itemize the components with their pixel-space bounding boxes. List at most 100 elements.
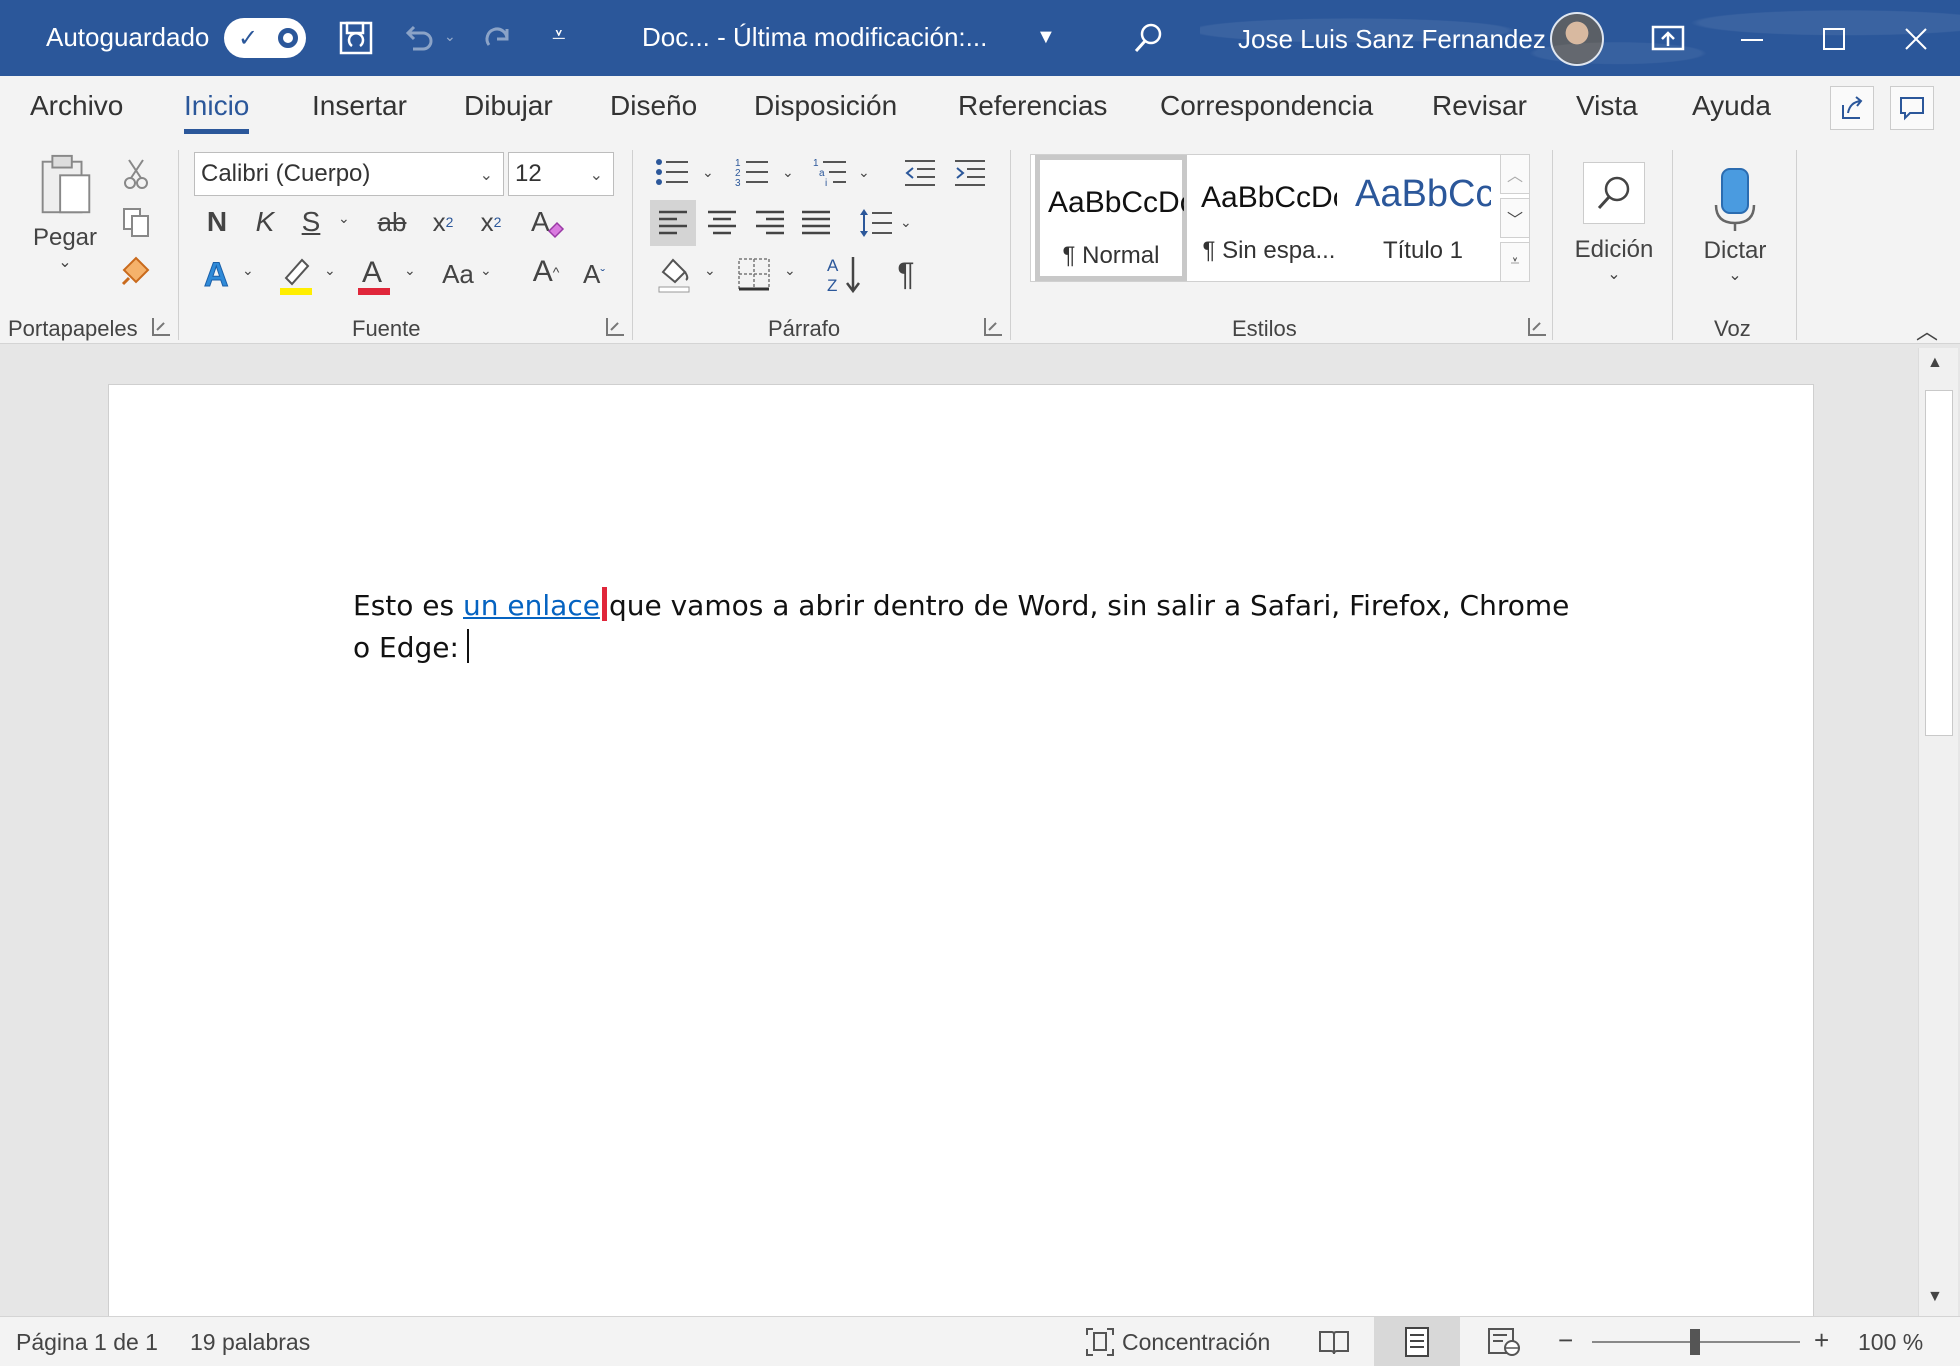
tab-archivo[interactable]: Archivo xyxy=(30,90,123,122)
decrease-indent-icon[interactable] xyxy=(900,152,940,192)
style-normal[interactable]: AaBbCcDc ¶ Normal xyxy=(1035,155,1187,281)
search-icon[interactable] xyxy=(1128,18,1168,58)
line-spacing-dropdown-icon[interactable]: ⌄ xyxy=(900,214,912,231)
paste-button[interactable]: Pegar ⌄ xyxy=(30,152,100,272)
show-formatting-marks-icon[interactable]: ¶ xyxy=(886,252,926,296)
sort-icon[interactable]: AZ xyxy=(822,250,866,298)
customize-toolbar-icon[interactable]: ⩡ xyxy=(552,22,566,50)
shading-icon[interactable] xyxy=(652,250,696,298)
styles-launcher-icon[interactable] xyxy=(1528,318,1546,336)
tab-inicio[interactable]: Inicio xyxy=(184,90,250,134)
numbering-icon[interactable]: 123 xyxy=(732,152,772,192)
borders-icon[interactable] xyxy=(732,250,776,298)
tab-dibujar[interactable]: Dibujar xyxy=(464,90,553,122)
strikethrough-button[interactable]: ab xyxy=(372,202,412,242)
copy-icon[interactable] xyxy=(116,202,156,242)
subscript-button[interactable]: x2 xyxy=(426,202,460,242)
document-title[interactable]: Doc... - Última modificación:... xyxy=(642,22,987,53)
shrink-font-button[interactable]: Aˇ xyxy=(576,254,612,294)
tab-disposicion[interactable]: Disposición xyxy=(754,90,897,122)
redo-icon[interactable] xyxy=(478,18,518,58)
focus-mode-label[interactable]: Concentración xyxy=(1122,1329,1270,1356)
style-heading-1[interactable]: AaBbCc Título 1 xyxy=(1347,155,1499,281)
editing-button[interactable]: Edición ⌄ xyxy=(1566,148,1662,298)
web-layout-icon[interactable] xyxy=(1484,1323,1524,1361)
title-dropdown-icon[interactable]: ▼ xyxy=(1036,26,1056,49)
font-color-dropdown-icon[interactable]: ⌄ xyxy=(404,262,416,279)
style-no-spacing[interactable]: AaBbCcDc ¶ Sin espa... xyxy=(1193,155,1345,281)
page-count[interactable]: Página 1 de 1 xyxy=(16,1329,158,1356)
multilevel-dropdown-icon[interactable]: ⌄ xyxy=(858,164,870,181)
bullets-dropdown-icon[interactable]: ⌄ xyxy=(702,164,714,181)
zoom-level[interactable]: 100 % xyxy=(1858,1329,1923,1356)
comments-button[interactable] xyxy=(1890,86,1934,130)
share-button[interactable] xyxy=(1830,86,1874,130)
align-left-icon[interactable] xyxy=(650,200,696,246)
hyperlink[interactable]: un enlace xyxy=(463,589,600,622)
italic-button[interactable]: K xyxy=(250,202,280,242)
font-color-icon[interactable]: A xyxy=(354,250,394,298)
scroll-up-icon[interactable]: ▲ xyxy=(1927,354,1943,372)
superscript-button[interactable]: x2 xyxy=(474,202,508,242)
dictate-button[interactable]: Dictar ⌄ xyxy=(1690,150,1780,300)
tab-correspondencia[interactable]: Correspondencia xyxy=(1160,90,1373,122)
change-case-button[interactable]: Aa xyxy=(436,254,480,294)
print-layout-icon[interactable] xyxy=(1374,1317,1460,1366)
font-size-combo[interactable]: 12 ⌄ xyxy=(508,152,614,196)
clipboard-launcher-icon[interactable] xyxy=(152,318,170,336)
paragraph-launcher-icon[interactable] xyxy=(984,318,1002,336)
clear-formatting-icon[interactable]: A xyxy=(524,200,568,244)
font-launcher-icon[interactable] xyxy=(606,318,624,336)
justify-icon[interactable] xyxy=(794,200,838,246)
increase-indent-icon[interactable] xyxy=(950,152,990,192)
tab-ayuda[interactable]: Ayuda xyxy=(1692,90,1771,122)
avatar[interactable] xyxy=(1550,12,1604,66)
word-count[interactable]: 19 palabras xyxy=(190,1329,310,1356)
format-painter-icon[interactable] xyxy=(116,250,156,290)
highlight-dropdown-icon[interactable]: ⌄ xyxy=(324,262,336,279)
tab-revisar[interactable]: Revisar xyxy=(1432,90,1527,122)
borders-dropdown-icon[interactable]: ⌄ xyxy=(784,262,796,279)
align-right-icon[interactable] xyxy=(748,200,792,246)
zoom-in-button[interactable]: + xyxy=(1814,1325,1829,1356)
zoom-out-button[interactable]: − xyxy=(1558,1325,1573,1356)
multilevel-list-icon[interactable]: 1ai xyxy=(810,152,850,192)
tab-referencias[interactable]: Referencias xyxy=(958,90,1107,122)
tab-diseno[interactable]: Diseño xyxy=(610,90,697,122)
scroll-thumb[interactable] xyxy=(1925,390,1953,736)
minimize-icon[interactable] xyxy=(1732,20,1772,58)
numbering-dropdown-icon[interactable]: ⌄ xyxy=(782,164,794,181)
undo-icon[interactable] xyxy=(398,18,438,58)
collapse-ribbon-icon[interactable]: ︿ xyxy=(1916,314,1938,346)
grow-font-button[interactable]: A ^ xyxy=(526,250,566,294)
align-center-icon[interactable] xyxy=(700,200,744,246)
bold-button[interactable]: N xyxy=(202,202,232,242)
maximize-icon[interactable] xyxy=(1814,20,1854,58)
read-mode-icon[interactable] xyxy=(1314,1323,1354,1361)
document-paragraph[interactable]: Esto es un enlace que vamos a abrir dentr… xyxy=(353,585,1573,669)
gallery-more-icon[interactable]: ⩡ xyxy=(1500,242,1530,282)
zoom-slider-thumb[interactable] xyxy=(1690,1329,1700,1355)
cut-icon[interactable] xyxy=(116,154,156,194)
focus-icon[interactable] xyxy=(1082,1325,1118,1359)
line-spacing-icon[interactable] xyxy=(854,200,898,246)
underline-button[interactable]: S xyxy=(296,202,326,242)
ribbon-display-icon[interactable] xyxy=(1648,20,1688,58)
chevron-down-icon[interactable]: ﹀ xyxy=(1500,198,1530,238)
text-effects-icon[interactable]: A xyxy=(198,252,238,296)
save-icon[interactable] xyxy=(336,18,376,58)
user-name[interactable]: Jose Luis Sanz Fernandez xyxy=(1238,24,1546,55)
autosave-toggle[interactable]: ✓ xyxy=(224,18,306,58)
highlight-icon[interactable] xyxy=(274,250,318,298)
vertical-scrollbar[interactable]: ▲ ▼ xyxy=(1918,348,1958,1316)
shading-dropdown-icon[interactable]: ⌄ xyxy=(704,262,716,279)
scroll-down-icon[interactable]: ▼ xyxy=(1927,1288,1943,1306)
chevron-up-icon[interactable]: ︿ xyxy=(1500,154,1530,194)
undo-dropdown-icon[interactable]: ⌄ xyxy=(444,28,456,45)
change-case-dropdown-icon[interactable]: ⌄ xyxy=(480,262,492,279)
tab-insertar[interactable]: Insertar xyxy=(312,90,407,122)
font-name-combo[interactable]: Calibri (Cuerpo) ⌄ xyxy=(194,152,504,196)
bullets-icon[interactable] xyxy=(652,152,692,192)
close-icon[interactable] xyxy=(1896,20,1936,58)
underline-dropdown-icon[interactable]: ⌄ xyxy=(338,210,350,227)
